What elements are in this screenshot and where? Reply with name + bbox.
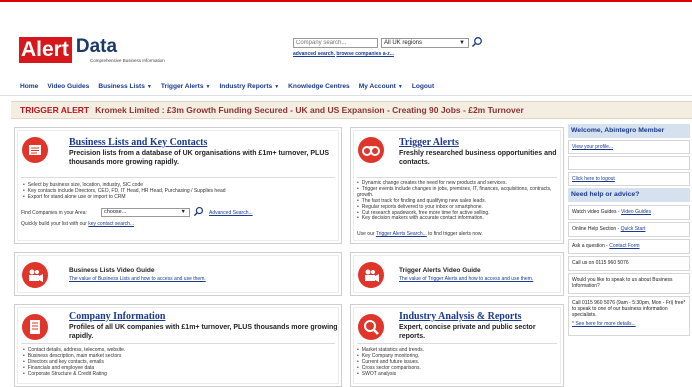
- trigger-alert-ticker[interactable]: TRIGGER ALERT Kromek Limited : £3m Growt…: [11, 101, 692, 119]
- trigger-alerts-title[interactable]: Trigger Alerts: [399, 137, 459, 148]
- chevron-down-icon: ▼: [459, 40, 465, 46]
- find-companies-label: Find Companies in your Area:: [21, 210, 87, 216]
- trigger-alerts-lead: Freshly researched business opportunitie…: [399, 150, 557, 166]
- trigger-alerts-search-line: Use our Trigger Alerts Search... to find…: [357, 231, 483, 237]
- business-lists-bullets: Select by business size, location, indus…: [23, 182, 338, 201]
- business-lists-panel: Business Lists and Key Contacts Precisio…: [14, 127, 342, 244]
- magnifier-chart-icon: [358, 314, 384, 340]
- contact-form-link[interactable]: Contact Form: [609, 243, 639, 249]
- logo-tagline: Comprehensive Business Information: [90, 58, 165, 63]
- video-guides-link[interactable]: Video Guides: [621, 209, 651, 215]
- panel-border: [353, 255, 561, 293]
- alertdata-logo[interactable]: Alert Data Comprehensive Business Inform…: [19, 36, 165, 63]
- company-information-panel: Company Information Profiles of all UK c…: [14, 304, 342, 387]
- key-contact-search-link[interactable]: key contact search...: [88, 221, 134, 227]
- divider: [21, 343, 335, 344]
- industry-reports-lead: Expert, concise private and public secto…: [399, 324, 536, 340]
- welcome-heading: Welcome, Abintegro Member: [568, 124, 690, 138]
- nav-industry-reports[interactable]: Industry Reports ▼: [219, 83, 279, 90]
- list-item: Key decision makers with accurate contac…: [357, 216, 561, 222]
- chevron-down-icon: ▼: [180, 209, 186, 215]
- business-list-icon: [22, 137, 48, 163]
- top-red-rule: [0, 0, 692, 2]
- caret-down-icon: ▼: [274, 83, 280, 90]
- trigger-alert-label: TRIGGER ALERT: [20, 105, 90, 115]
- advanced-search-link[interactable]: Advanced Search...: [209, 210, 253, 216]
- header-search: All UK regions ▼ advanced search. browse…: [293, 37, 482, 57]
- nav-video-guides[interactable]: Video Guides: [47, 83, 89, 90]
- video-camera-icon: [22, 262, 48, 288]
- search-icon[interactable]: [471, 36, 483, 48]
- area-select-value: choose...: [104, 209, 127, 215]
- panel-border: [17, 255, 339, 293]
- list-item: Corporate Structure & Credit Rating: [23, 371, 338, 378]
- logout-link[interactable]: Click here to logout: [572, 176, 615, 182]
- business-lists-title[interactable]: Business Lists and Key Contacts: [69, 137, 207, 148]
- industry-reports-bullets: Market statistics and trends. Key Compan…: [357, 347, 561, 378]
- divider: [21, 177, 335, 178]
- trigger-alerts-panel: Trigger Alerts Freshly researched busine…: [350, 127, 564, 244]
- industry-reports-title[interactable]: Industry Analysis & Reports: [399, 311, 522, 322]
- help-heading: Need help or advice?: [568, 188, 690, 202]
- key-contact-search-line: Quickly build your list with our key con…: [21, 221, 135, 227]
- company-information-title[interactable]: Company Information: [69, 311, 165, 322]
- nav-home[interactable]: Home: [20, 83, 38, 90]
- region-select[interactable]: All UK regions ▼: [381, 38, 469, 48]
- browse-companies-link[interactable]: browse companies a-z...: [336, 51, 394, 57]
- nav-logout[interactable]: Logout: [412, 83, 434, 90]
- quick-start-link[interactable]: Quick Start: [621, 226, 646, 232]
- divider: [357, 177, 557, 178]
- logo-data-word: Data: [75, 36, 118, 57]
- speak-to-us-row: Would you like to speak to us about Busi…: [568, 273, 690, 294]
- business-lists-video-panel[interactable]: Business Lists Video Guide The value of …: [14, 252, 342, 296]
- more-details-link[interactable]: * See here for more details...: [572, 321, 636, 327]
- trigger-alerts-video-panel[interactable]: Trigger Alerts Video Guide The value of …: [350, 252, 564, 296]
- nav-my-account[interactable]: My Account ▼: [359, 83, 403, 90]
- region-select-value: All UK regions: [384, 40, 423, 46]
- document-icon: [22, 314, 48, 340]
- ask-question-row: Ask a question - Contact Form: [568, 239, 690, 254]
- nav-trigger-alerts[interactable]: Trigger Alerts ▼: [161, 83, 211, 90]
- view-profile-row: View your profile...: [568, 140, 690, 154]
- company-information-lead: Profiles of all UK companies with £1m+ t…: [69, 324, 338, 340]
- list-item: Export for stand alone use or import to …: [23, 194, 338, 201]
- logo-alert-word: Alert: [19, 37, 72, 63]
- caret-down-icon: ▼: [397, 83, 403, 90]
- video-guides-row: Watch video Guides - Video Guides: [568, 205, 690, 220]
- view-profile-link[interactable]: View your profile...: [572, 144, 613, 150]
- company-information-bullets: Contact details, address, telecoms, webs…: [23, 347, 338, 378]
- business-lists-lead: Precision lists from a database of UK or…: [69, 150, 330, 166]
- online-help-row: Online Help Section - Quick Start: [568, 222, 690, 237]
- main-nav: Home Video Guides Business Lists ▼ Trigge…: [0, 78, 692, 96]
- business-lists-video-link[interactable]: The value of Business Lists and how to a…: [69, 276, 206, 282]
- right-sidebar: Welcome, Abintegro Member View your prof…: [568, 124, 690, 387]
- advanced-search-link[interactable]: advanced search.: [293, 51, 335, 57]
- divider: [357, 343, 557, 344]
- spacer-row: [568, 156, 690, 170]
- nav-business-lists[interactable]: Business Lists ▼: [98, 83, 152, 90]
- company-search-input[interactable]: [293, 38, 378, 48]
- logout-row: Click here to logout: [568, 172, 690, 186]
- industry-reports-panel: Industry Analysis & Reports Expert, conc…: [350, 304, 564, 387]
- trigger-alerts-bullets: Dynamic change creates the need for new …: [357, 180, 561, 222]
- trigger-alerts-search-link[interactable]: Trigger Alerts Search...: [376, 231, 427, 237]
- video-camera-icon: [358, 262, 384, 288]
- list-item: Trigger events include changes in jobs, …: [357, 186, 561, 199]
- list-item: SWOT analysis: [357, 371, 561, 378]
- search-icon[interactable]: [193, 206, 204, 217]
- caret-down-icon: ▼: [146, 83, 152, 90]
- business-lists-video-title[interactable]: Business Lists Video Guide: [69, 267, 155, 274]
- area-select[interactable]: choose... ▼: [101, 208, 190, 217]
- binoculars-icon: [358, 137, 384, 163]
- call-us-row: Call us on 0115 960 5076: [568, 256, 690, 271]
- trigger-alerts-video-title[interactable]: Trigger Alerts Video Guide: [399, 267, 481, 274]
- search-links: advanced search. browse companies a-z...: [293, 51, 394, 57]
- trigger-alerts-video-link[interactable]: The value of Trigger Alerts and how to a…: [399, 276, 533, 282]
- call-specialists-row: Call 0115 960 5076 (9am - 5:30pm, Mon - …: [568, 296, 690, 336]
- nav-knowledge-centres[interactable]: Knowledge Centres: [288, 83, 350, 90]
- call-specialists-text: Call 0115 960 5076 (9am - 5:30pm, Mon - …: [572, 300, 686, 318]
- trigger-alert-text[interactable]: Kromek Limited : £3m Growth Funding Secu…: [95, 105, 524, 115]
- caret-down-icon: ▼: [205, 83, 211, 90]
